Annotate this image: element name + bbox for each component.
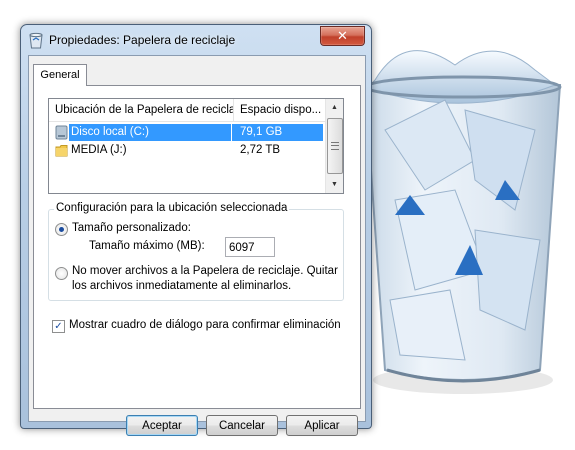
location-name: MEDIA (J:) [71, 144, 127, 156]
window-title: Propiedades: Papelera de reciclaje [49, 33, 236, 47]
scroll-up-arrow-icon[interactable]: ▲ [326, 99, 343, 116]
custom-size-label: Tamaño personalizado: [72, 222, 191, 234]
list-item[interactable]: MEDIA (J:) 2,72 TB [51, 142, 323, 159]
max-size-field[interactable]: 6097 [225, 237, 275, 257]
group-title: Configuración para la ubicación seleccio… [54, 202, 290, 214]
location-free-space: 2,72 TB [240, 144, 281, 156]
close-icon: ✕ [337, 28, 348, 43]
vertical-scrollbar[interactable]: ▲ ▼ [325, 99, 343, 193]
tab-panel-general: Ubicación de la Papelera de reciclaje Es… [33, 85, 361, 409]
column-header-location[interactable]: Ubicación de la Papelera de reciclaje [49, 99, 234, 121]
grip-icon [331, 142, 339, 150]
selected-location-settings: Configuración para la ubicación seleccio… [48, 202, 344, 301]
recycle-bin-icon [29, 32, 43, 49]
custom-size-radio[interactable] [55, 223, 68, 236]
apply-button[interactable]: Aplicar [286, 415, 358, 436]
location-free-space: 79,1 GB [232, 124, 323, 141]
dialog-body: General Ubicación de la Papelera de reci… [28, 55, 366, 436]
close-button[interactable]: ✕ [320, 26, 365, 46]
cancel-button[interactable]: Cancelar [206, 415, 278, 436]
confirm-delete-checkbox[interactable]: ✓ [52, 320, 65, 333]
list-item[interactable]: Disco local (C:) 79,1 GB [51, 124, 323, 141]
no-move-radio[interactable] [55, 267, 68, 280]
scroll-thumb[interactable] [327, 118, 343, 174]
max-size-label: Tamaño máximo (MB): [89, 240, 205, 252]
properties-dialog: Propiedades: Papelera de reciclaje ✕ Gen… [20, 24, 372, 436]
ok-button[interactable]: Aceptar [126, 415, 198, 436]
folder-icon [55, 145, 68, 157]
column-header-free-space[interactable]: Espacio dispo... [234, 99, 325, 121]
list-header: Ubicación de la Papelera de reciclaje Es… [49, 99, 325, 122]
no-move-label-line1: No mover archivos a la Papelera de recic… [72, 265, 338, 277]
title-bar[interactable]: Propiedades: Papelera de reciclaje ✕ [21, 25, 371, 55]
checkmark-icon: ✓ [54, 321, 63, 332]
recycle-bin-illustration [363, 50, 562, 394]
location-name: Disco local (C:) [69, 124, 231, 141]
confirm-delete-label: Mostrar cuadro de diálogo para confirmar… [69, 319, 341, 331]
drive-icon [55, 125, 68, 140]
no-move-label-line2: los archivos inmediatamente al eliminarl… [72, 280, 292, 292]
recycle-locations-list[interactable]: Ubicación de la Papelera de reciclaje Es… [48, 98, 344, 194]
scroll-down-arrow-icon[interactable]: ▼ [326, 176, 343, 193]
tab-general[interactable]: General [33, 64, 87, 86]
